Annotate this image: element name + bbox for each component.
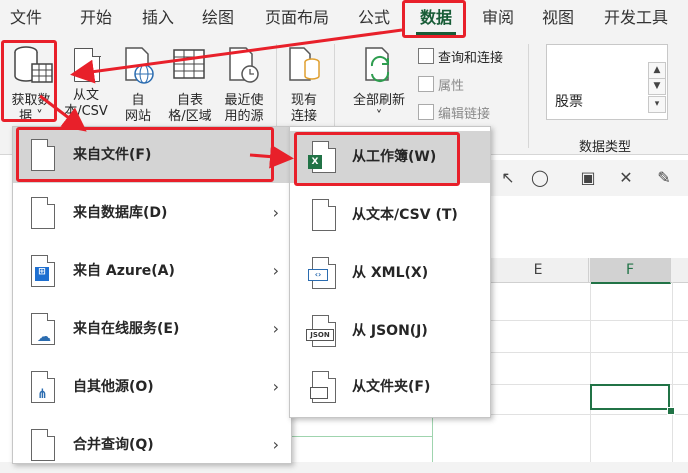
annotation-arrows xyxy=(39,28,403,169)
arrow-file-to-workbook xyxy=(249,144,294,169)
arrow-get-data-to-menu xyxy=(39,94,87,132)
arrow-tab-to-get-data xyxy=(70,28,403,84)
